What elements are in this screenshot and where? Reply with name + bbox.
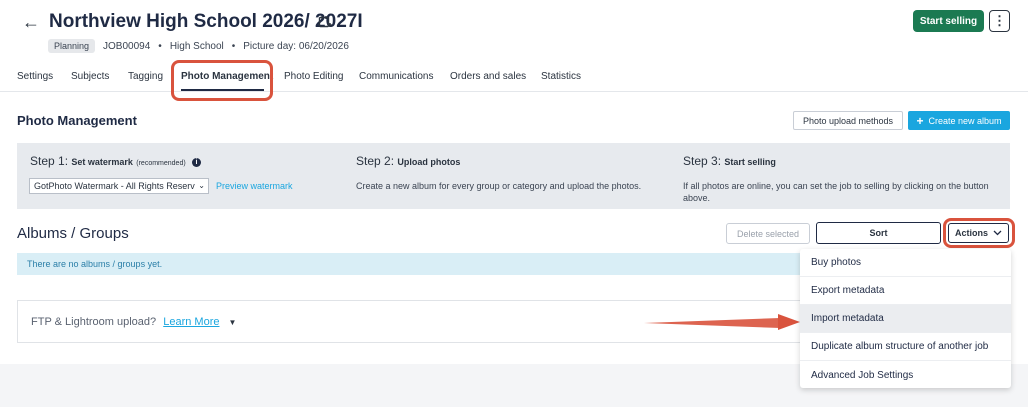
job-id: JOB00094: [103, 40, 151, 52]
step-3-text: If all photos are online, you can set th…: [683, 181, 989, 203]
tab-communications[interactable]: Communications: [359, 71, 433, 82]
actions-menu: Buy photos Export metadata Import metada…: [800, 249, 1011, 388]
page-title: Photo Management: [17, 113, 137, 128]
start-selling-button[interactable]: Start selling: [913, 10, 984, 32]
watermark-select-value: GotPhoto Watermark - All Rights Reserv: [34, 181, 195, 191]
separator-dot: •: [231, 40, 236, 52]
annotation-highlight-actions: [943, 218, 1015, 248]
step-3: Step 3: Start selling If all photos are …: [683, 154, 993, 204]
chevron-down-icon: ⌄: [198, 181, 205, 190]
step-2: Step 2: Upload photos Create a new album…: [356, 154, 666, 192]
annotation-arrow: [644, 314, 800, 330]
caret-down-icon[interactable]: ▼: [229, 318, 237, 327]
step-1-label: Step 1:: [30, 154, 69, 168]
menu-item-export-metadata[interactable]: Export metadata: [800, 277, 1011, 305]
learn-more-link[interactable]: Learn More: [163, 316, 219, 328]
status-badge: Planning: [48, 39, 96, 53]
picture-day: Picture day: 06/20/2026: [243, 40, 349, 52]
sort-button[interactable]: Sort: [816, 222, 941, 244]
preview-watermark-link[interactable]: Preview watermark: [216, 181, 293, 191]
empty-albums-message: There are no albums / groups yet.: [17, 253, 801, 275]
tab-tagging[interactable]: Tagging: [128, 71, 163, 82]
albums-title: Albums / Groups: [17, 225, 129, 242]
more-options-button[interactable]: ⋮: [989, 10, 1010, 32]
menu-item-advanced-job-settings[interactable]: Advanced Job Settings: [800, 361, 1011, 389]
separator-dot: •: [158, 40, 162, 52]
step-1-note: (recommended): [136, 160, 186, 167]
step-3-title: Start selling: [724, 157, 776, 167]
menu-item-buy-photos[interactable]: Buy photos: [800, 249, 1011, 277]
menu-item-duplicate-album-structure[interactable]: Duplicate album structure of another job: [800, 333, 1011, 361]
create-new-album-button[interactable]: + Create new album: [908, 111, 1010, 130]
annotation-highlight-tab: [171, 60, 273, 101]
create-new-album-label: Create new album: [928, 115, 1002, 126]
tab-photo-editing[interactable]: Photo Editing: [284, 71, 344, 82]
watermark-select[interactable]: GotPhoto Watermark - All Rights Reserv ⌄: [29, 178, 209, 194]
tab-settings[interactable]: Settings: [17, 71, 53, 82]
back-arrow-icon[interactable]: ←: [22, 13, 40, 31]
job-meta: Planning JOB00094 • High School • Pictur…: [48, 39, 349, 53]
step-2-label: Step 2:: [356, 154, 395, 168]
tab-bar: Settings Subjects Tagging Photo Manageme…: [0, 64, 1028, 92]
step-2-text: Create a new album for every group or ca…: [356, 181, 642, 191]
tab-statistics[interactable]: Statistics: [541, 71, 581, 82]
step-2-title: Upload photos: [397, 157, 461, 167]
step-1: Step 1: Set watermark (recommended) i: [30, 154, 202, 168]
step-3-label: Step 3:: [683, 154, 722, 168]
info-icon[interactable]: i: [192, 158, 202, 167]
tab-orders-and-sales[interactable]: Orders and sales: [450, 71, 526, 82]
photo-upload-methods-button[interactable]: Photo upload methods: [793, 111, 903, 130]
step-1-title: Set watermark: [71, 157, 133, 167]
steps-panel: Step 1: Set watermark (recommended) i Go…: [17, 143, 1010, 209]
tab-subjects[interactable]: Subjects: [71, 71, 109, 82]
school-type: High School: [169, 40, 224, 52]
calendar-edit-icon[interactable]: [318, 15, 332, 29]
job-title: Northview High School 2026/ 2027I: [49, 11, 363, 32]
plus-icon: +: [916, 113, 924, 128]
delete-selected-button[interactable]: Delete selected: [726, 223, 810, 244]
ftp-upload-text: FTP & Lightroom upload?: [31, 316, 157, 328]
menu-item-import-metadata[interactable]: Import metadata: [800, 305, 1011, 333]
